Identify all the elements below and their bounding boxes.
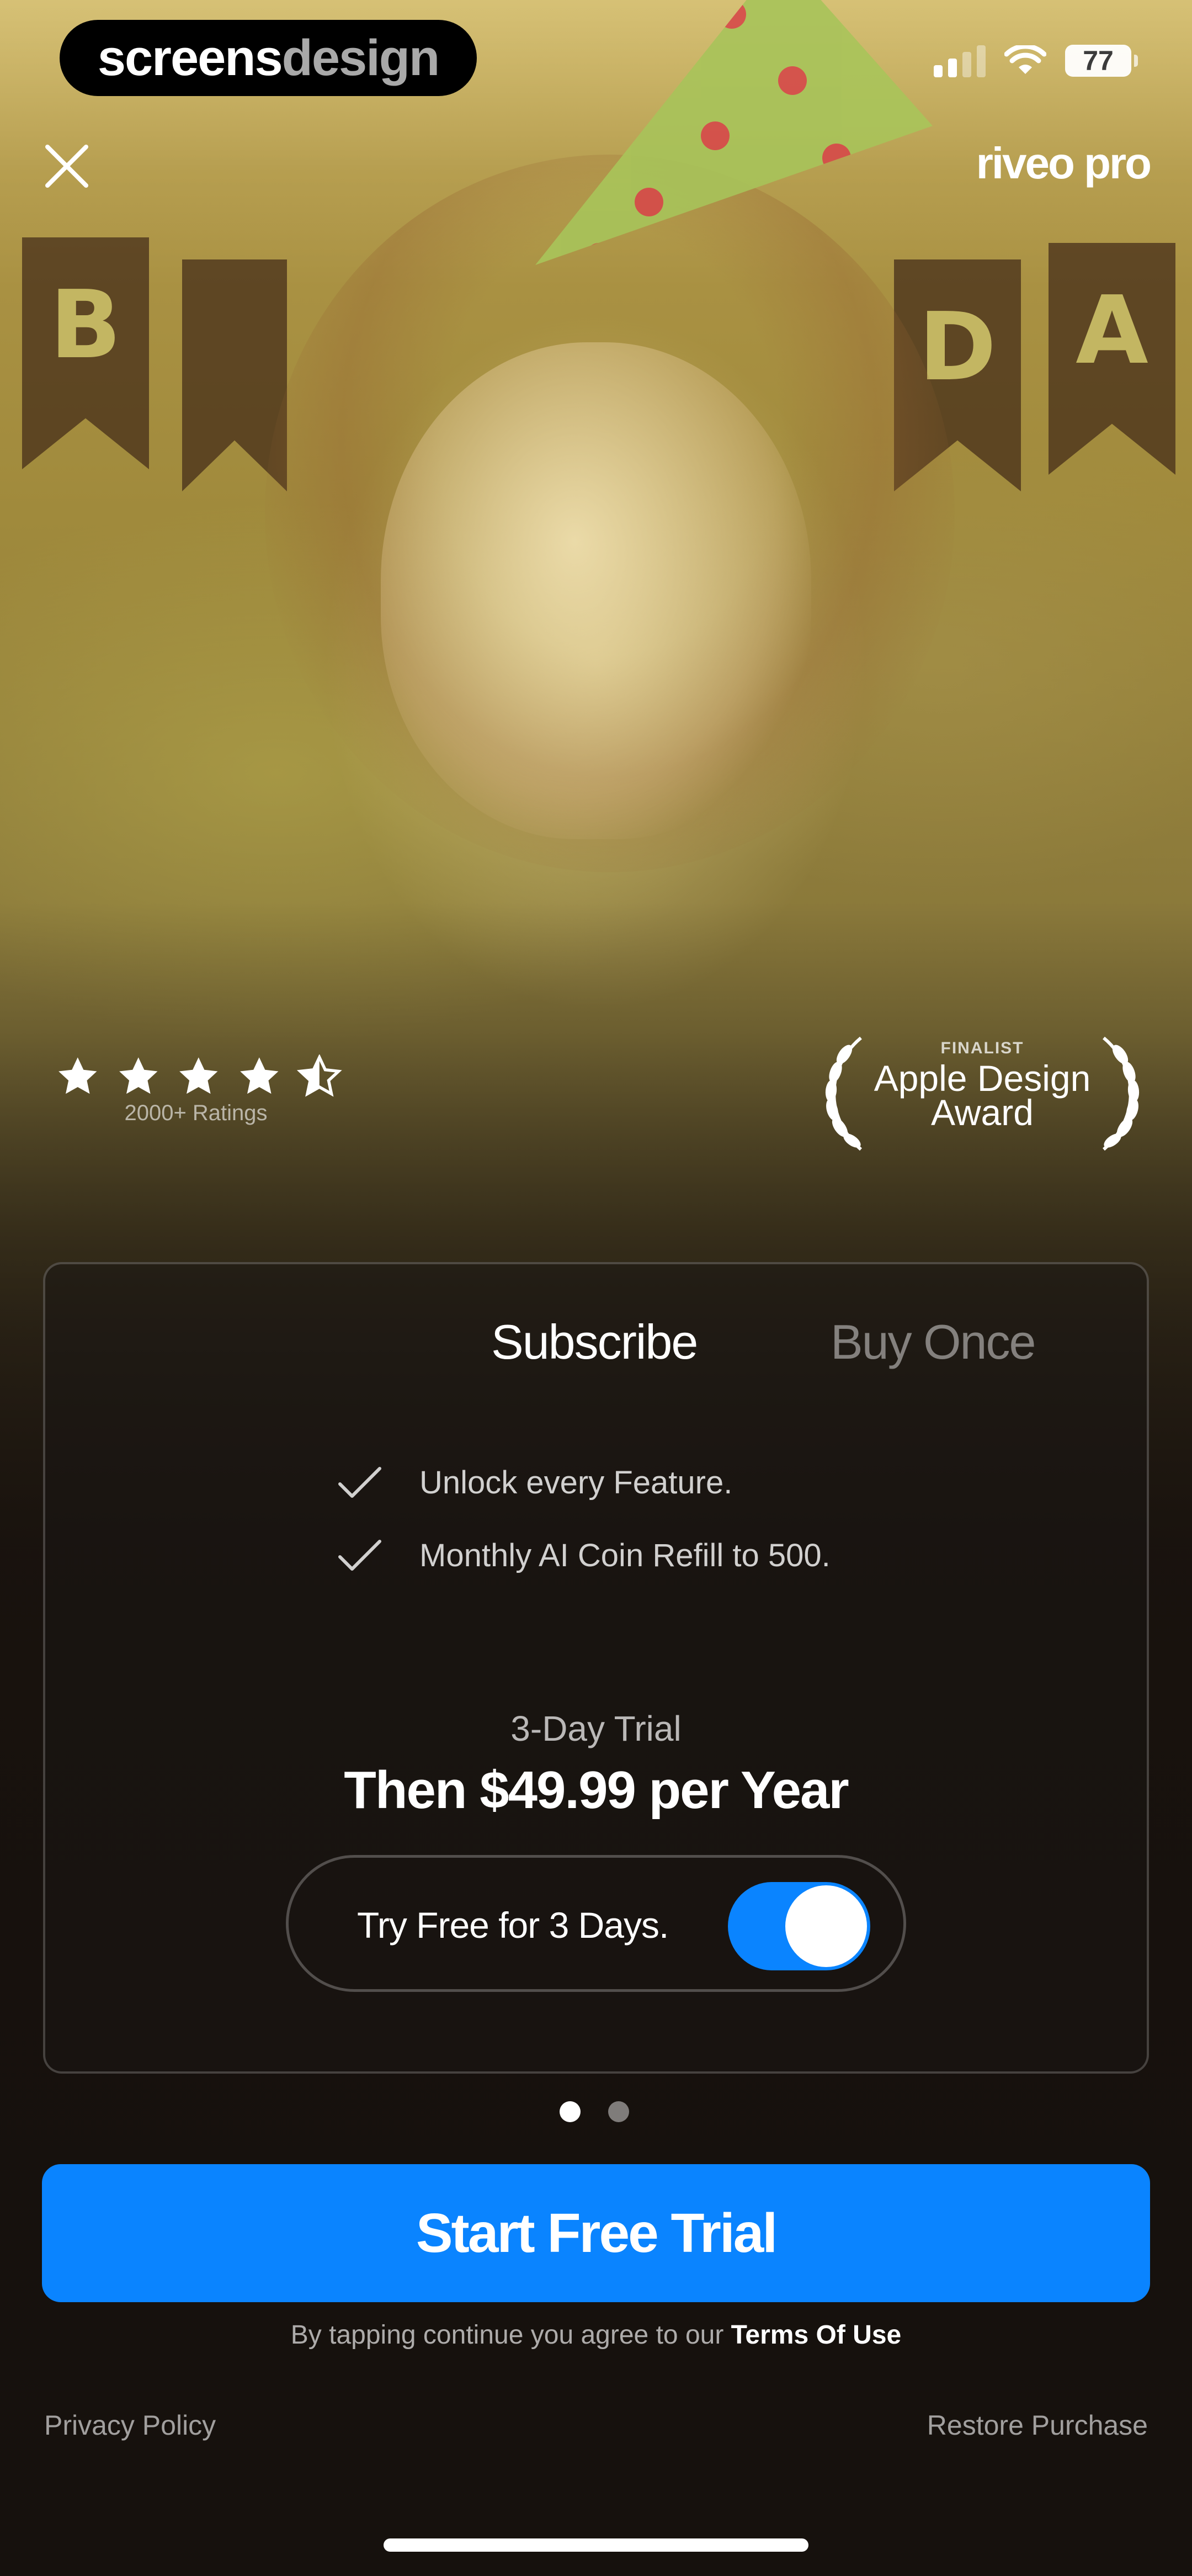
tab-buy-once[interactable]: Buy Once xyxy=(831,1314,1036,1370)
page-dot-1[interactable] xyxy=(560,2101,581,2122)
tab-subscribe[interactable]: Subscribe xyxy=(491,1314,698,1370)
terms-of-use-link[interactable]: Terms Of Use xyxy=(731,2320,902,2350)
feature-item: Monthly AI Coin Refill to 500. xyxy=(338,1537,831,1574)
feature-item: Unlock every Feature. xyxy=(338,1464,732,1501)
laurel-right-icon xyxy=(1103,1036,1140,1151)
app-logo: riveo pro xyxy=(976,139,1152,188)
watermark-part1: screens xyxy=(97,29,283,86)
home-indicator[interactable] xyxy=(384,2538,808,2552)
apple-design-award-badge: FINALIST Apple Design Award xyxy=(811,1027,1153,1159)
checkmark-icon xyxy=(338,1466,381,1498)
screensdesign-watermark: screens design xyxy=(60,20,477,96)
ratings-count: 2000+ Ratings xyxy=(124,1101,268,1125)
star-icon xyxy=(119,1057,158,1094)
close-icon[interactable] xyxy=(43,142,91,190)
star-icon xyxy=(58,1057,97,1094)
battery-level: 77 xyxy=(1083,45,1114,76)
watermark-part2: design xyxy=(281,29,440,86)
battery-icon: 77 xyxy=(1065,45,1138,77)
checkmark-icon xyxy=(338,1539,381,1571)
price-line: Then $49.99 per Year xyxy=(344,1761,849,1820)
switch-knob xyxy=(785,1885,867,1967)
start-free-trial-button[interactable]: Start Free Trial xyxy=(42,2164,1150,2302)
feature-label: Monthly AI Coin Refill to 500. xyxy=(419,1538,831,1573)
star-icon xyxy=(179,1057,218,1094)
free-trial-toggle-row[interactable]: Try Free for 3 Days. xyxy=(286,1855,906,1992)
ratings-block: 2000+ Ratings xyxy=(55,1054,342,1126)
trial-label: 3-Day Trial xyxy=(510,1709,682,1748)
terms-notice: By tapping continue you agree to our Ter… xyxy=(0,2320,1192,2350)
status-bar: 77 xyxy=(934,44,1138,77)
page-indicator xyxy=(560,2101,629,2122)
terms-prefix: By tapping continue you agree to our xyxy=(290,2320,724,2350)
free-trial-switch[interactable] xyxy=(728,1882,870,1970)
restore-purchase-link[interactable]: Restore Purchase xyxy=(927,2409,1148,2441)
page-dot-2[interactable] xyxy=(608,2101,629,2122)
half-star-icon xyxy=(297,1054,342,1097)
wifi-icon xyxy=(1004,45,1046,74)
star-icon xyxy=(240,1057,279,1094)
cellular-signal-icon xyxy=(934,44,986,77)
star-rating xyxy=(55,1054,342,1100)
free-trial-toggle-label: Try Free for 3 Days. xyxy=(357,1905,669,1946)
feature-label: Unlock every Feature. xyxy=(419,1465,733,1501)
privacy-policy-link[interactable]: Privacy Policy xyxy=(44,2409,216,2441)
